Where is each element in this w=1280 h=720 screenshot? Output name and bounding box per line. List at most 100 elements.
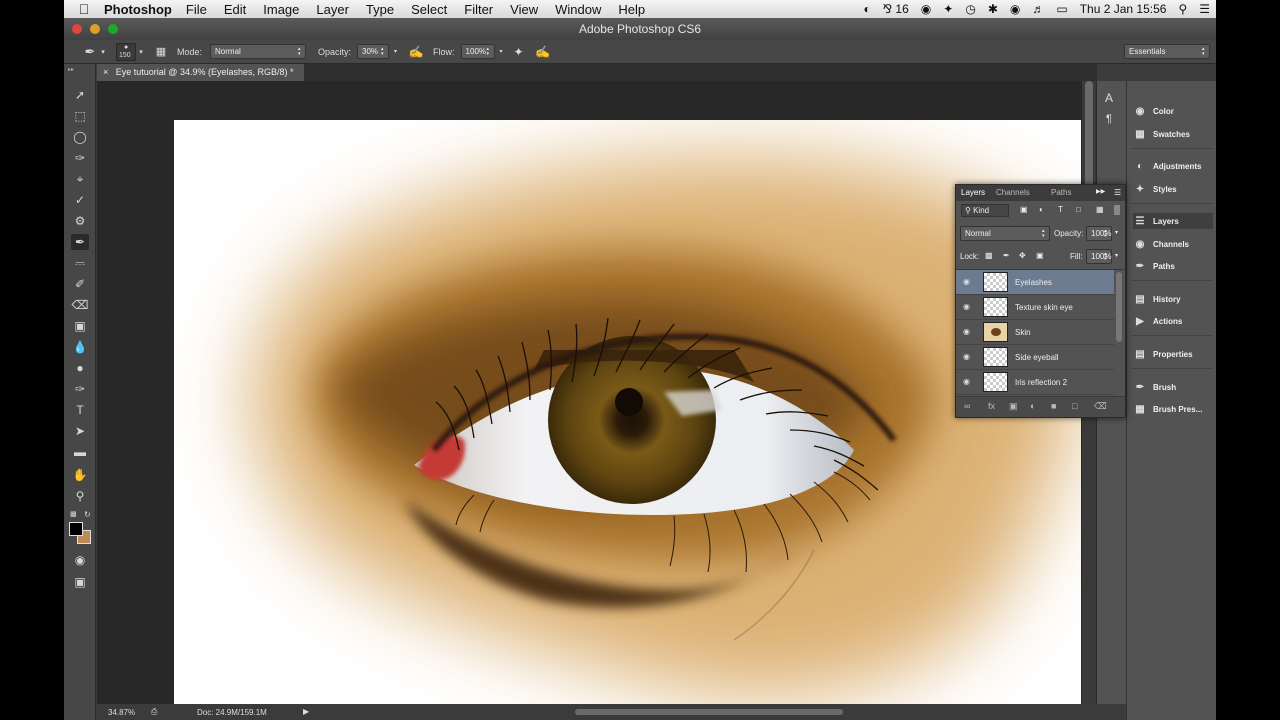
quick-selection-tool-icon[interactable]: ✑ xyxy=(71,150,89,166)
new-layer-icon[interactable]: □ xyxy=(1072,401,1077,411)
brush-size-dropdown-icon[interactable]: ▾ xyxy=(136,48,146,56)
lock-position-icon[interactable]: ✥ xyxy=(1019,251,1026,260)
clock[interactable]: Thu 2 Jan 15:56 xyxy=(1080,2,1167,16)
flow-input[interactable]: 100% xyxy=(460,44,495,59)
layer-opacity-input[interactable]: 100% xyxy=(1086,226,1112,241)
layers-scroll-thumb[interactable] xyxy=(1116,272,1122,342)
type-tool-icon[interactable]: T xyxy=(71,402,89,418)
time-machine-icon[interactable]: ◷ xyxy=(965,2,975,16)
menu-image[interactable]: Image xyxy=(263,2,299,17)
path-selection-tool-icon[interactable]: ➤ xyxy=(71,423,89,439)
dock-swatches[interactable]: ▦ Swatches xyxy=(1133,126,1190,142)
layer-row[interactable]: ◉ Eyelashes xyxy=(956,270,1114,295)
link-layers-icon[interactable]: ∞ xyxy=(964,401,970,411)
puzzle-icon[interactable]: ✦ xyxy=(943,2,953,16)
close-document-icon[interactable]: × xyxy=(103,67,108,77)
dock-actions[interactable]: ▶ Actions xyxy=(1133,313,1182,329)
bluetooth-icon[interactable]: ✱ xyxy=(988,2,998,16)
character-panel-icon[interactable]: A xyxy=(1105,91,1113,105)
wifi-icon[interactable]: ◉ xyxy=(1010,2,1020,16)
app-menu[interactable]: Photoshop xyxy=(104,2,172,17)
panel-menu-icon[interactable]: ☰ xyxy=(1114,188,1121,197)
visibility-eye-icon[interactable]: ◉ xyxy=(963,352,972,361)
dock-brush-presets[interactable]: ▦ Brush Pres... xyxy=(1133,401,1202,417)
dock-history[interactable]: ▤ History xyxy=(1133,291,1180,307)
airbrush-icon[interactable]: ✦ xyxy=(512,45,526,59)
workspace-switcher[interactable]: Essentials xyxy=(1124,44,1210,59)
volume-icon[interactable]: ♬ xyxy=(1032,2,1044,16)
opacity-input[interactable]: 30% xyxy=(357,44,390,59)
add-mask-icon[interactable]: ▣ xyxy=(1009,401,1018,412)
dock-properties[interactable]: ▤ Properties xyxy=(1133,346,1192,362)
filter-type-icon[interactable]: T xyxy=(1058,205,1063,214)
collapse-tools-icon[interactable]: ▸▸ xyxy=(68,66,74,73)
pressure-opacity-icon[interactable]: ✍ xyxy=(409,45,424,59)
tab-layers[interactable]: Layers xyxy=(961,188,985,197)
camera-icon[interactable]: ◉ xyxy=(921,2,931,16)
zoom-window-button[interactable] xyxy=(108,24,118,34)
apple-menu-icon[interactable]:  xyxy=(64,1,104,17)
menu-view[interactable]: View xyxy=(510,2,538,17)
close-window-button[interactable] xyxy=(72,24,82,34)
layer-row[interactable]: ◉ Skin xyxy=(956,320,1114,345)
status-menu-arrow-icon[interactable]: ▶ xyxy=(303,707,309,716)
filter-smart-object-icon[interactable]: ▦ xyxy=(1096,205,1104,214)
minimize-window-button[interactable] xyxy=(90,24,100,34)
swap-colors-icon[interactable]: ↻ xyxy=(84,510,91,519)
dock-color[interactable]: ◉ Color xyxy=(1133,103,1174,119)
dock-brush[interactable]: ✒ Brush xyxy=(1133,379,1176,395)
filter-toggle[interactable] xyxy=(1114,205,1120,215)
marquee-tool-icon[interactable]: ⬚ xyxy=(71,108,89,124)
canvas[interactable] xyxy=(174,120,1081,704)
dock-channels[interactable]: ◉ Channels xyxy=(1133,236,1189,252)
menu-file[interactable]: File xyxy=(186,2,207,17)
tab-channels[interactable]: Channels xyxy=(996,188,1030,197)
rectangle-tool-icon[interactable]: ▬ xyxy=(71,444,89,460)
menu-window[interactable]: Window xyxy=(555,2,601,17)
fill-dropdown-icon[interactable]: ▾ xyxy=(1115,252,1118,259)
screen-mode-icon[interactable]: ▣ xyxy=(71,574,89,590)
adobe-badge[interactable]: ⅋ 16 xyxy=(883,2,909,16)
menu-type[interactable]: Type xyxy=(366,2,394,17)
sync-icon[interactable]: ◐ xyxy=(863,2,870,16)
pen-tool-icon[interactable]: ✑ xyxy=(71,381,89,397)
hand-tool-icon[interactable]: ✋ xyxy=(71,467,89,483)
move-tool-icon[interactable]: ➚ xyxy=(71,87,89,103)
spotlight-icon[interactable]: ⚲ xyxy=(1178,2,1187,16)
mode-select[interactable]: Normal xyxy=(210,44,307,59)
filter-adjustment-icon[interactable]: ◐ xyxy=(1039,205,1044,214)
battery-icon[interactable]: ▭ xyxy=(1056,2,1067,16)
lock-pixels-icon[interactable]: ✒ xyxy=(1003,251,1010,260)
delete-layer-icon[interactable]: ⌫ xyxy=(1094,401,1107,412)
layer-fill-input[interactable]: 100% xyxy=(1086,249,1112,264)
document-tab[interactable]: × Eye tutuorial @ 34.9% (Eyelashes, RGB/… xyxy=(97,64,304,81)
tab-paths[interactable]: Paths xyxy=(1051,188,1071,197)
crop-tool-icon[interactable]: ⌖ xyxy=(71,171,89,187)
menu-edit[interactable]: Edit xyxy=(224,2,246,17)
gradient-tool-icon[interactable]: ▣ xyxy=(71,318,89,334)
zoom-level[interactable]: 34.87% xyxy=(108,708,135,717)
filter-shape-icon[interactable]: □ xyxy=(1076,205,1081,214)
filter-pixel-icon[interactable]: ▣ xyxy=(1020,205,1028,214)
lasso-tool-icon[interactable]: ◯ xyxy=(71,129,89,145)
lock-transparent-icon[interactable]: ▩ xyxy=(985,251,993,260)
visibility-eye-icon[interactable]: ◉ xyxy=(963,327,972,336)
menu-layer[interactable]: Layer xyxy=(316,2,349,17)
dock-paths[interactable]: ✒ Paths xyxy=(1133,258,1175,274)
healing-brush-tool-icon[interactable]: ⚙ xyxy=(71,213,89,229)
foreground-color-swatch[interactable] xyxy=(69,522,83,536)
layer-style-fx-icon[interactable]: fx xyxy=(988,401,995,411)
new-adjustment-layer-icon[interactable]: ◐ xyxy=(1030,401,1035,411)
layer-row[interactable]: ◉ Side eyeball xyxy=(956,345,1114,370)
eyedropper-tool-icon[interactable]: ✓ xyxy=(71,192,89,208)
visibility-eye-icon[interactable]: ◉ xyxy=(963,377,972,386)
export-icon[interactable]: ⎙ xyxy=(151,707,157,717)
menu-help[interactable]: Help xyxy=(618,2,645,17)
history-brush-tool-icon[interactable]: ✐ xyxy=(71,276,89,292)
dock-adjustments[interactable]: ◐ Adjustments xyxy=(1133,158,1201,174)
collapse-panel-icon[interactable]: ▶▶ xyxy=(1096,188,1105,195)
blur-tool-icon[interactable]: 💧 xyxy=(71,339,89,355)
brush-tool-icon[interactable]: ✒ xyxy=(71,234,89,250)
zoom-tool-icon[interactable]: ⚲ xyxy=(71,488,89,504)
quick-mask-icon[interactable]: ◉ xyxy=(71,552,89,568)
